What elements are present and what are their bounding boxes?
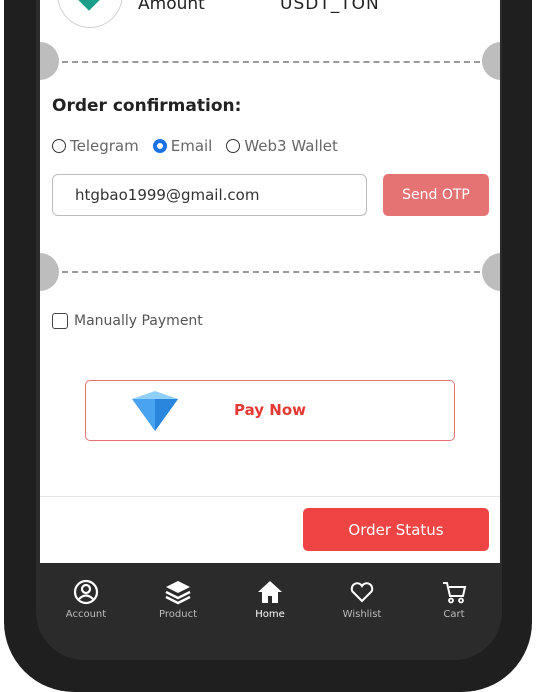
ticket-notch-right [482,42,500,80]
token-avatar [57,0,123,28]
radio-circle[interactable] [226,139,241,153]
order-status-button[interactable]: Order Status [303,508,489,551]
ticket-notch-left [40,253,59,291]
amount-label: Amount [138,0,205,14]
dashed-divider [62,61,480,63]
nav-home-label: Home [255,609,285,620]
cart-icon [443,582,467,604]
manual-payment-label: Manually Payment [74,313,203,329]
account-icon [73,579,99,605]
pay-now-label: Pay Now [234,401,306,419]
nav-account[interactable]: Account [40,563,132,639]
nav-home[interactable]: Home [224,563,316,639]
product-layers-icon [165,581,191,605]
amount-value: USDT_TON [280,0,380,14]
radio-telegram[interactable]: Telegram [52,137,139,155]
dashed-divider [62,271,480,273]
bottom-nav: Account Product Home Wishlist Cart [40,563,500,635]
email-field[interactable] [52,174,367,216]
nav-cart-label: Cart [443,609,465,620]
manual-payment-option[interactable]: Manually Payment [52,313,203,329]
manual-payment-checkbox[interactable] [52,313,68,329]
radio-circle[interactable] [52,139,66,153]
app-screen: Amount USDT_TON Order confirmation: Tele… [40,0,500,563]
nav-wishlist-label: Wishlist [342,609,382,620]
heart-icon [350,582,374,603]
home-icon [258,581,282,603]
radio-email[interactable]: Email [152,137,213,155]
order-confirmation-title: Order confirmation: [52,96,242,116]
send-otp-button[interactable]: Send OTP [383,174,489,216]
nav-product[interactable]: Product [132,563,224,639]
token-icon [76,0,102,11]
radio-email-label: Email [170,137,213,155]
ticket-notch-right [482,253,500,291]
nav-account-label: Account [65,609,107,620]
radio-circle-selected[interactable] [152,139,167,153]
nav-wishlist[interactable]: Wishlist [316,563,408,639]
radio-web3-wallet[interactable]: Web3 Wallet [226,137,338,155]
pay-now-button[interactable]: Pay Now [85,380,455,441]
ticket-notch-left [40,42,59,80]
nav-product-label: Product [159,609,197,620]
footer-divider [40,496,500,497]
radio-telegram-label: Telegram [70,137,139,155]
confirmation-method-group: Telegram Email Web3 Wallet [52,136,352,156]
radio-web3-wallet-label: Web3 Wallet [244,137,338,155]
nav-cart[interactable]: Cart [408,563,500,639]
